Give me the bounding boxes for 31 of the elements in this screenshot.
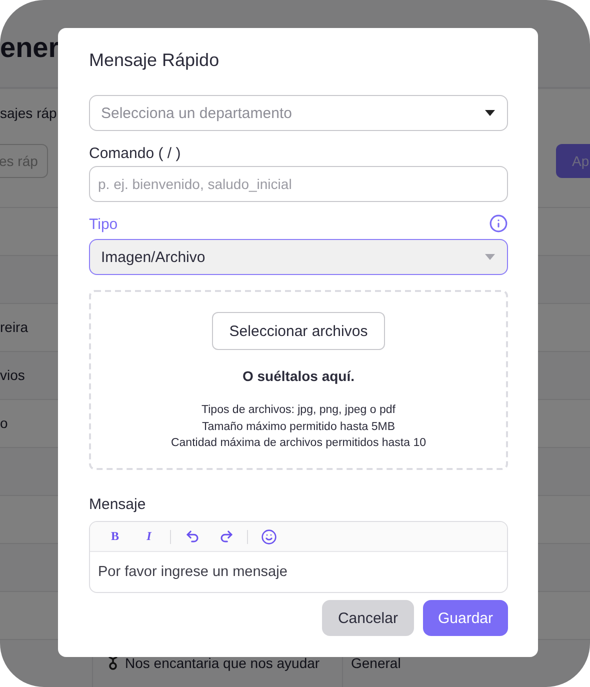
bold-button[interactable]: B <box>100 524 130 548</box>
undo-icon <box>184 529 200 544</box>
modal-title: Mensaje Rápido <box>89 50 220 71</box>
table-cell: vios <box>0 367 25 384</box>
message-editor[interactable]: B I Por favor ingrese un mensaje <box>89 521 508 593</box>
type-select[interactable]: Imagen/Archivo <box>89 239 508 275</box>
field-label: Mensaje <box>89 496 147 513</box>
table-cell: o <box>0 415 8 432</box>
file-rule-text: Tamaño máximo permitido hasta 5MB <box>202 420 396 434</box>
file-dropzone[interactable]: Seleccionar archivos O suéltalos aquí. Tipos de archivos: jpg, png, jpeg o pdf Tamaño máximo permitido hasta 5MB Cantidad máxima de archivos permitidos hasta 10 <box>89 290 508 470</box>
redo-icon <box>218 529 234 544</box>
drop-text: O suéltalos aquí. <box>242 368 355 384</box>
select-files-button[interactable]: Seleccionar archivos <box>212 312 385 350</box>
file-rule-text: Cantidad máxima de archivos permitidos hasta 10 <box>170 436 426 451</box>
editor-placeholder: Por favor ingrese un mensaje <box>98 564 288 580</box>
file-rule-text: Tipos de archivos: jpg, png, jpeg o pdf <box>202 403 396 418</box>
field-label: Tipo <box>89 216 118 233</box>
table-cell: Nos encantaria que nos ayudar <box>125 655 320 672</box>
table-cell: General <box>351 655 401 672</box>
cancel-button[interactable]: Cancelar <box>322 600 414 636</box>
table-cell: reira <box>0 319 28 336</box>
italic-button[interactable]: I <box>134 524 164 548</box>
save-button[interactable]: Guardar <box>422 600 508 636</box>
command-input[interactable]: p. ej. bienvenido, saludo_inicial <box>89 166 508 202</box>
symbol-icon <box>107 656 119 670</box>
page-subtitle: sajes ráp <box>0 104 57 121</box>
smiley-icon <box>261 528 277 544</box>
page-heading: ener <box>0 32 60 63</box>
caret-icon <box>485 110 495 116</box>
field-label: Comando ( / ) <box>89 145 182 162</box>
info-icon[interactable] <box>489 214 508 233</box>
